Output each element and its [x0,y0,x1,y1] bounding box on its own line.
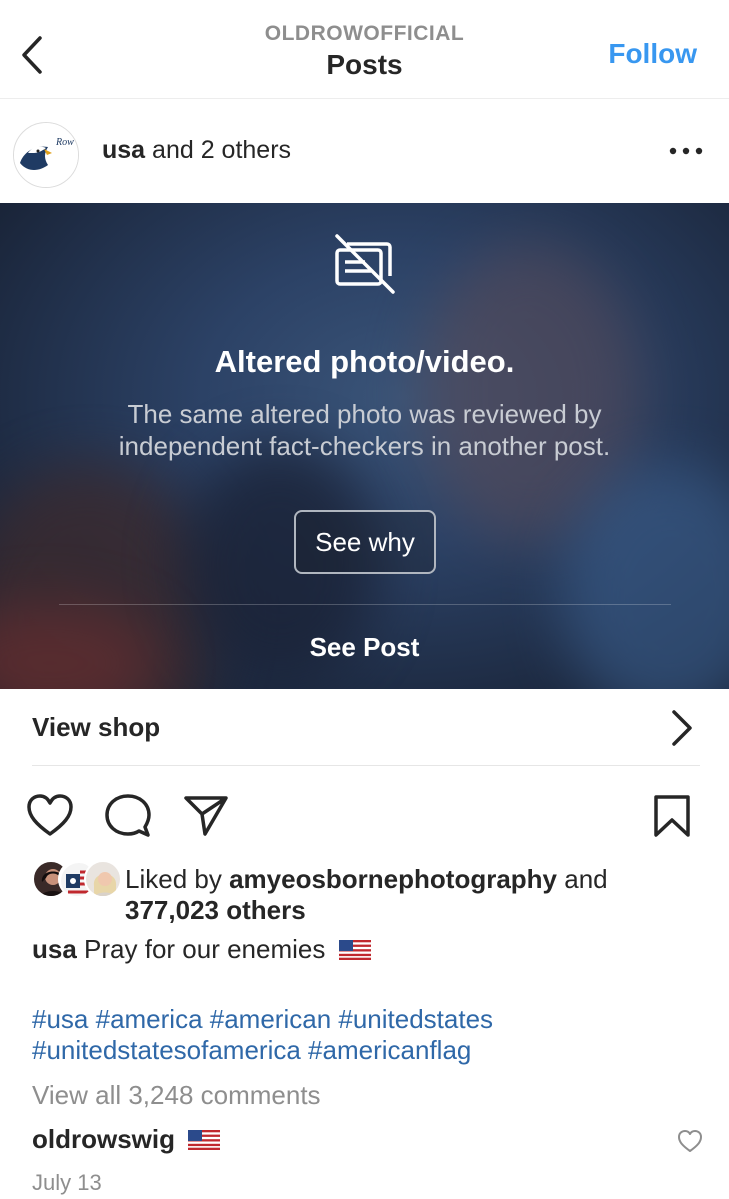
us-flag-icon [188,1130,221,1150]
see-post-button[interactable]: See Post [0,632,729,663]
bookmark-icon [654,795,690,837]
overlay-title: Altered photo/video. [214,344,515,379]
liker-username[interactable]: amyeosbornephotography [229,864,557,894]
view-shop-label: View shop [32,712,161,742]
comment-item: oldrowswig [32,1124,221,1155]
overlay-divider [59,604,671,605]
view-shop-row[interactable]: View shop [32,690,700,766]
liker-avatars [32,860,122,900]
comment-icon [105,794,151,837]
view-all-comments-link[interactable]: View all 3,248 comments [32,1080,321,1111]
like-button[interactable] [26,792,74,840]
post-actions [0,786,729,846]
share-button[interactable] [182,792,230,840]
hashtags[interactable]: #usa #america #american #unitedstates #u… [32,1004,692,1066]
comment-username[interactable]: oldrowswig [32,1124,175,1154]
comment-like-heart-icon[interactable] [677,1128,703,1154]
comment-button[interactable] [104,792,152,840]
chevron-right-icon [672,710,692,746]
likes-count[interactable]: 377,023 others [125,895,306,925]
caption-username[interactable]: usa [32,934,77,964]
save-button[interactable] [648,792,696,840]
svg-text:Row: Row [55,137,74,148]
owner-name: usa [102,136,146,164]
us-flag-icon [338,940,371,960]
liked-by-prefix: Liked by [125,864,230,894]
liked-by-and: and [557,864,608,894]
top-bar: OLDROWOFFICIAL Posts Follow [0,0,729,99]
send-icon [184,796,228,836]
post-owner[interactable]: usa and 2 others [102,136,291,165]
owner-avatar[interactable]: Row [13,122,79,188]
follow-button[interactable]: Follow [608,38,697,70]
eagle-logo-icon: Row [14,123,78,187]
owner-others: and 2 others [145,136,292,164]
liker-avatar[interactable] [84,860,122,898]
heart-icon [27,794,73,836]
more-horizontal-icon [669,147,703,155]
post-caption: usa Pray for our enemies [32,934,371,965]
overlay-description: The same altered photo was reviewed by i… [118,399,611,461]
post-header: Row usa and 2 others [0,100,729,203]
more-options-button[interactable] [669,136,703,166]
post-date: July 13 [32,1170,102,1195]
altered-media-icon [333,234,397,296]
likes-text: Liked by amyeosbornephotography and 377,… [125,864,715,926]
see-why-button[interactable]: See why [294,510,436,574]
caption-text: Pray for our enemies [76,934,326,964]
